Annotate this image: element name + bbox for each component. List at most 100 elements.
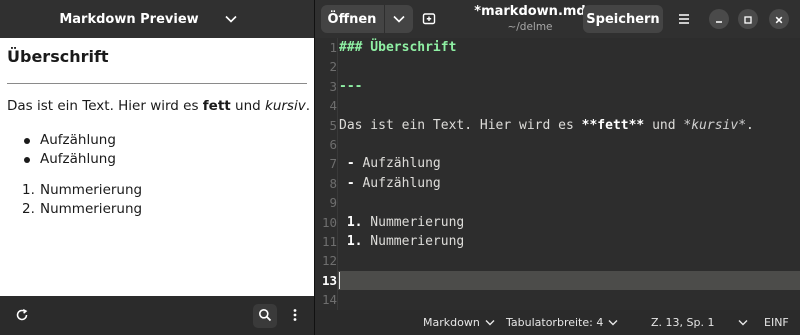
code-text: Aufzählung <box>362 156 441 172</box>
preview-heading: Überschrift <box>7 47 109 66</box>
preview-headerbar: Markdown Preview <box>0 0 314 38</box>
line-number-gutter: 1 2 3 4 5 6 7 8 9 10 11 12 13 14 <box>315 38 337 310</box>
editor-panel: Öffnen *markdown.md ~/delme Speichern 1 … <box>315 0 800 335</box>
list-marker: - <box>339 156 363 172</box>
line-number: 2 <box>329 59 337 75</box>
current-line-highlight <box>338 270 800 291</box>
line-number: 10 <box>321 214 337 230</box>
paragraph-italic-text: kursiv <box>265 98 306 114</box>
line-number: 11 <box>321 234 337 249</box>
preview-horizontal-rule <box>7 83 307 84</box>
main-menu-button[interactable] <box>673 8 695 30</box>
line-number: 8 <box>329 175 337 191</box>
list-number-marker: 1. <box>339 234 363 249</box>
list-item-text: Nummerierung <box>40 201 143 217</box>
close-icon <box>774 10 784 29</box>
language-selector[interactable]: Markdown <box>423 310 495 335</box>
chevron-down-icon <box>485 319 495 326</box>
line-number: 7 <box>329 156 337 172</box>
source-editor[interactable]: 1 2 3 4 5 6 7 8 9 10 11 12 13 14 ### Übe… <box>315 38 800 310</box>
line-number: 12 <box>321 253 337 269</box>
preview-title-dropdown[interactable]: Markdown Preview <box>0 0 296 38</box>
language-label: Markdown <box>423 316 480 329</box>
app-window: Markdown Preview Überschrift Das ist ein… <box>0 0 800 335</box>
heading-syntax: ### Überschrift <box>339 40 457 55</box>
code-text: Das ist ein Text. Hier wird es <box>339 117 582 133</box>
markdown-preview: Überschrift Das ist ein Text. Hier wird … <box>0 38 314 296</box>
open-button[interactable]: Öffnen <box>321 5 383 33</box>
new-tab-button[interactable] <box>418 8 440 30</box>
preview-numbered-list: 1. Nummerierung 2. Nummerierung <box>22 181 142 219</box>
insert-mode-indicator[interactable]: EINF <box>764 310 789 335</box>
paragraph-text: . <box>305 98 310 114</box>
tab-width-selector[interactable]: Tabulatorbreite: 4 <box>506 310 618 335</box>
list-number: 2. <box>22 201 35 217</box>
preview-paragraph: Das ist ein Text. Hier wird es fett und … <box>7 98 310 114</box>
paragraph-bold-text: fett <box>202 98 231 114</box>
minimize-button[interactable] <box>709 9 729 29</box>
list-item: Aufzählung <box>22 150 116 169</box>
paragraph-text: und <box>230 98 265 114</box>
chevron-down-icon <box>608 319 618 326</box>
line-number: 3 <box>329 78 337 94</box>
open-recent-dropdown[interactable] <box>385 5 413 33</box>
new-tab-icon <box>422 10 436 29</box>
preview-panel: Markdown Preview Überschrift Das ist ein… <box>0 0 314 335</box>
code-text: und <box>644 117 684 133</box>
code-line: --- <box>339 77 362 96</box>
list-item: Aufzählung <box>22 131 116 150</box>
maximize-icon <box>743 10 753 29</box>
code-text: . <box>746 117 754 133</box>
list-marker: - <box>339 175 363 191</box>
minimize-icon <box>714 10 724 29</box>
hr-syntax: --- <box>339 78 363 94</box>
search-button[interactable] <box>253 304 277 328</box>
preview-footer <box>0 296 314 335</box>
chevron-down-icon <box>738 319 748 326</box>
chevron-down-icon <box>393 12 405 27</box>
code-text: Aufzählung <box>362 175 441 191</box>
list-number-marker: 1. <box>339 214 363 230</box>
code-line: 1. Nummerierung <box>339 232 464 251</box>
list-item: 2. Nummerierung <box>22 200 142 219</box>
current-line-number: 13 <box>321 272 337 288</box>
open-split-button: Öffnen <box>321 5 413 33</box>
code-line: ### Überschrift <box>339 38 456 57</box>
bold-syntax: **fett** <box>581 117 645 133</box>
tab-width-label: Tabulatorbreite: 4 <box>506 316 604 329</box>
hamburger-menu-icon <box>677 10 691 29</box>
reload-icon <box>15 307 29 326</box>
italic-syntax: *kursiv* <box>683 117 747 133</box>
code-text: Nummerierung <box>362 214 465 230</box>
cursor-position-selector[interactable]: Z. 13, Sp. 1 <box>651 310 748 335</box>
maximize-button[interactable] <box>738 9 758 29</box>
search-icon <box>258 307 272 326</box>
text-cursor <box>339 272 340 289</box>
gutter-separator <box>337 38 338 310</box>
code-line: 1. Nummerierung <box>339 213 464 232</box>
close-button[interactable] <box>769 9 789 29</box>
line-number: 5 <box>329 117 337 133</box>
line-number: 14 <box>321 292 337 308</box>
more-vertical-icon <box>293 307 297 326</box>
preview-bullet-list: Aufzählung Aufzählung <box>22 131 116 169</box>
line-number: 1 <box>329 40 337 55</box>
preview-title: Markdown Preview <box>59 11 199 27</box>
list-item: 1. Nummerierung <box>22 181 142 200</box>
line-number: 4 <box>329 98 337 114</box>
code-line: Das ist ein Text. Hier wird es **fett** … <box>339 116 754 135</box>
save-button[interactable]: Speichern <box>583 5 663 33</box>
code-text: Nummerierung <box>362 234 465 249</box>
more-button[interactable] <box>283 304 307 328</box>
code-line: - Aufzählung <box>339 174 441 193</box>
paragraph-text: Das ist ein Text. Hier wird es <box>7 98 203 114</box>
code-line: - Aufzählung <box>339 154 441 173</box>
reload-button[interactable] <box>10 304 34 328</box>
cursor-position-label: Z. 13, Sp. 1 <box>651 316 715 329</box>
line-number: 6 <box>329 137 337 152</box>
list-item-text: Nummerierung <box>40 182 143 198</box>
line-number: 9 <box>329 195 337 211</box>
chevron-down-icon <box>225 15 237 23</box>
list-number: 1. <box>22 182 35 198</box>
status-bar: Markdown Tabulatorbreite: 4 Z. 13, Sp. 1… <box>315 310 800 335</box>
